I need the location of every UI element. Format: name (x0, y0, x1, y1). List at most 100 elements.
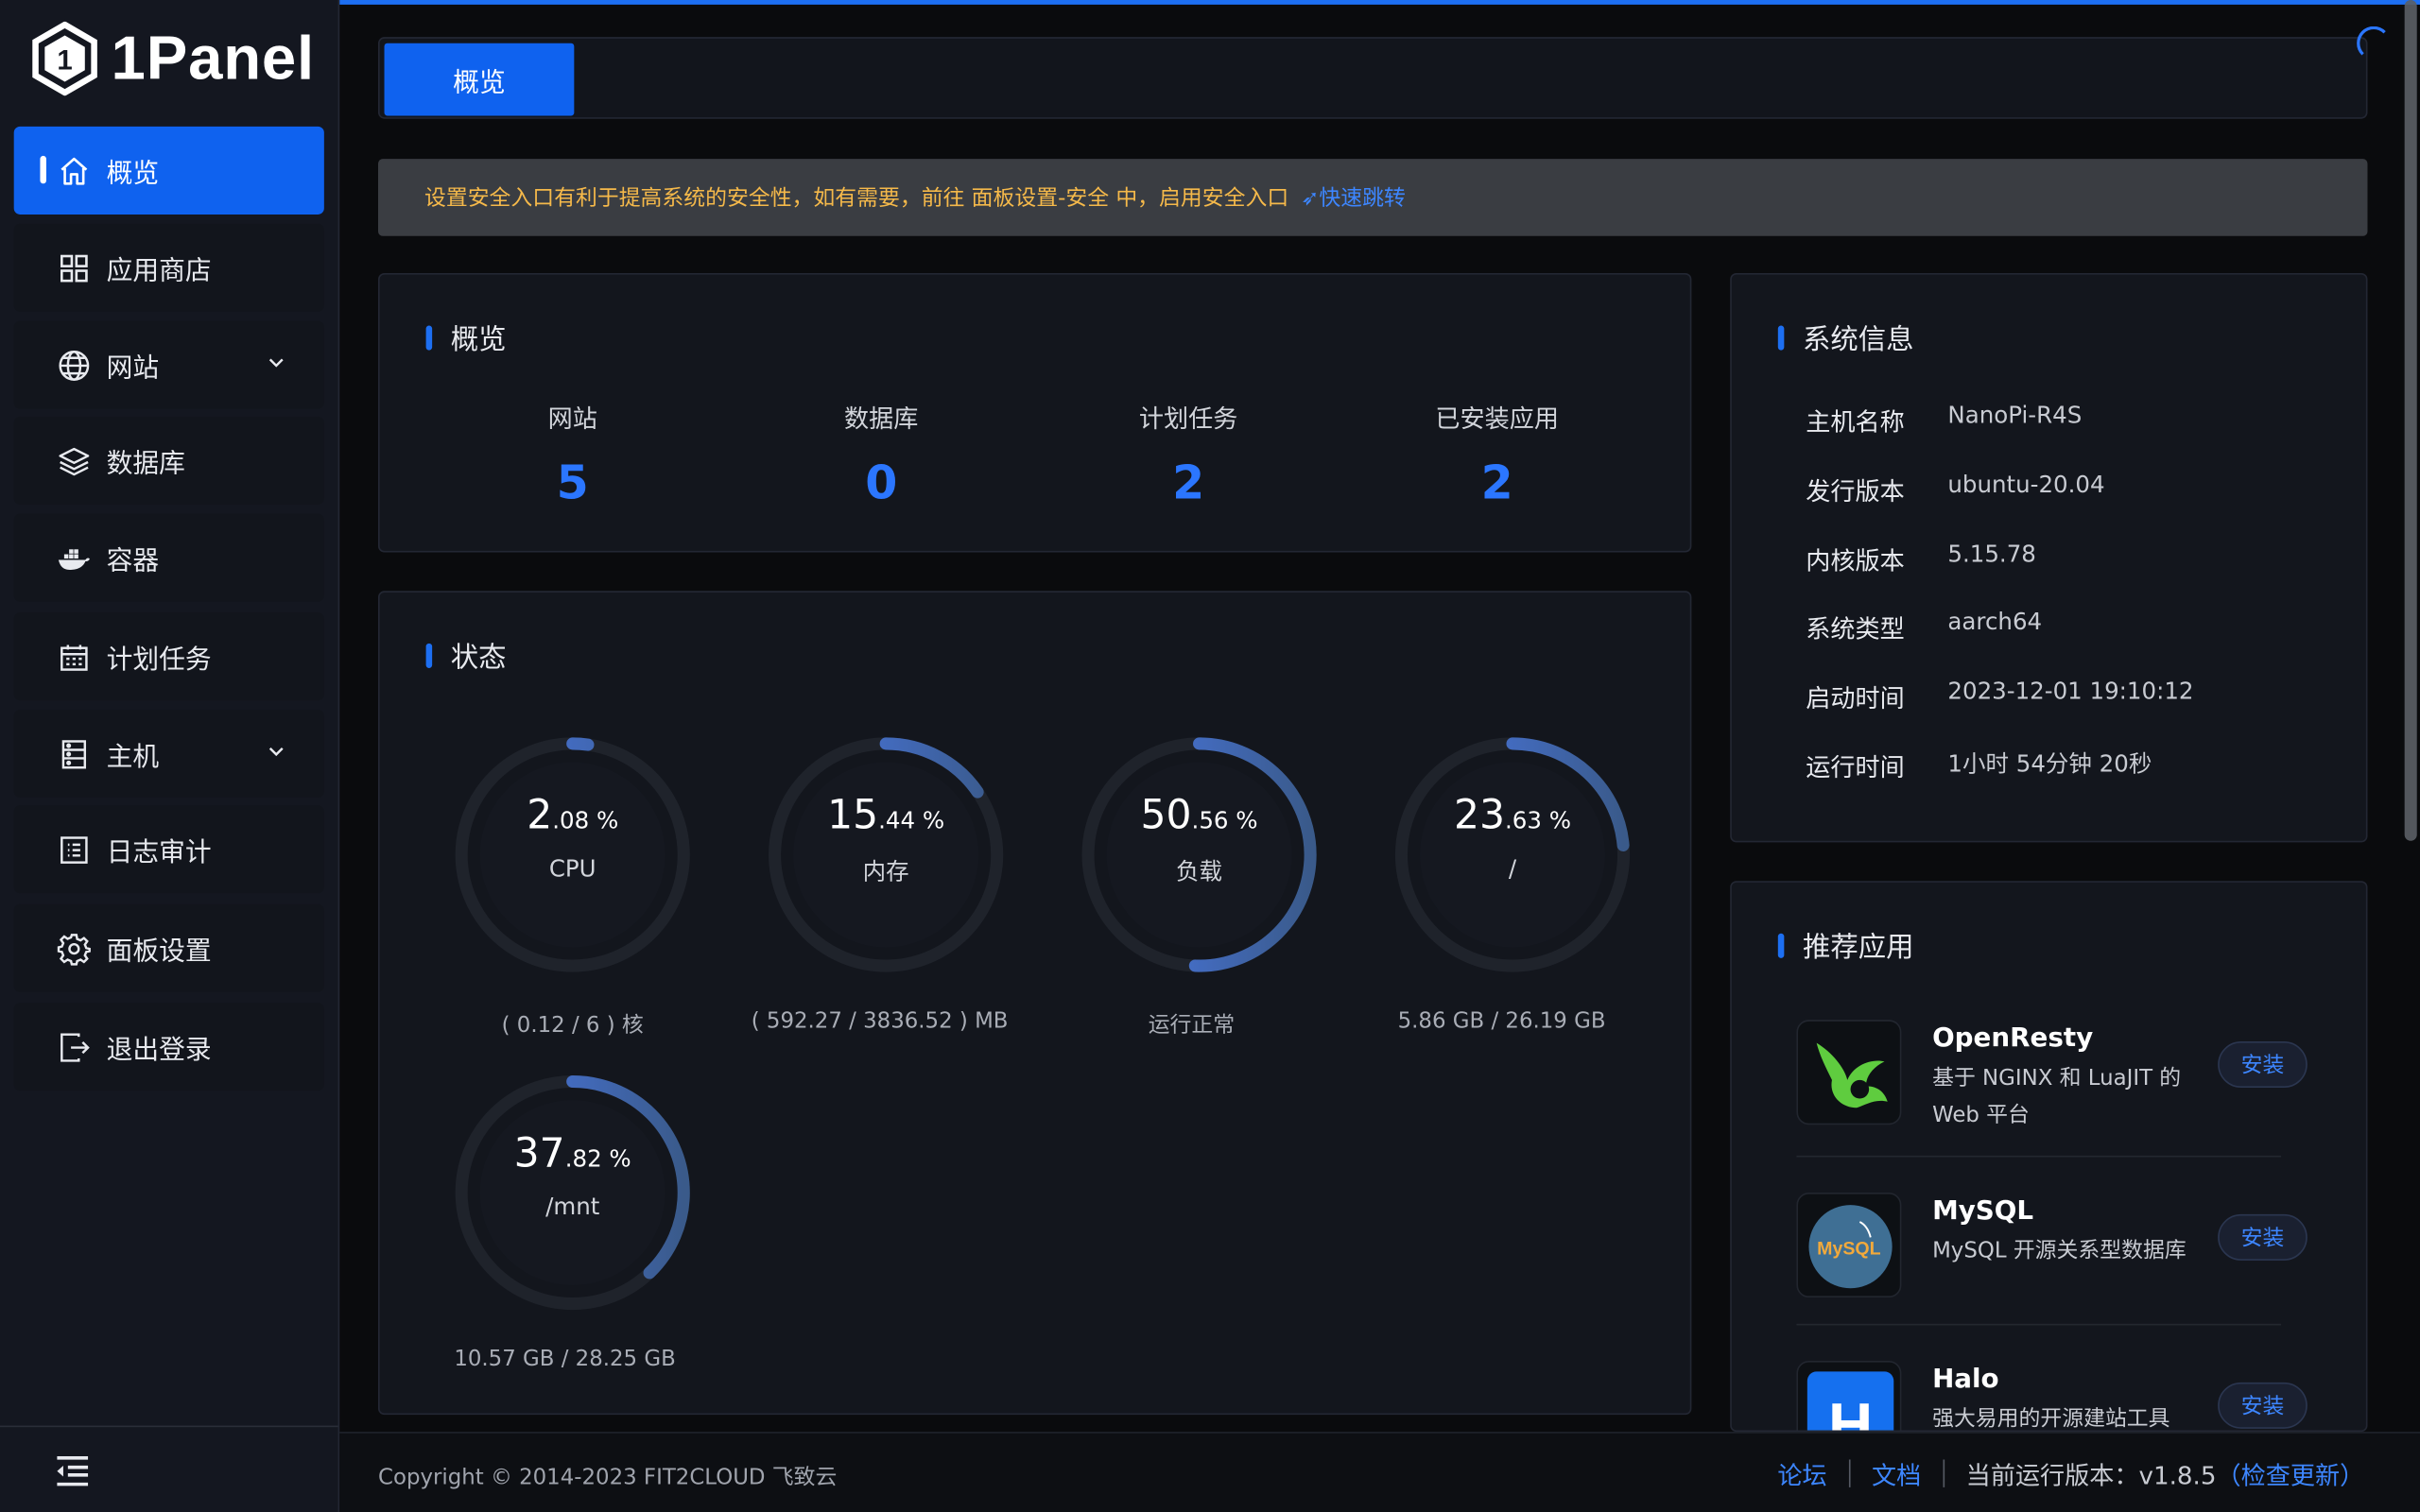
info-label: 内核版本 (1806, 545, 1905, 576)
forum-link[interactable]: 论坛 (1777, 1455, 1826, 1492)
overview-database[interactable]: 数据库 0 (727, 398, 1036, 511)
overview-label: 网站 (547, 404, 597, 434)
sidebar-item-app-store[interactable]: 应用商店 (13, 223, 324, 312)
home-icon (57, 153, 91, 187)
sidebar-item-overview[interactable]: 概览 (13, 126, 324, 215)
sidebar-item-logout[interactable]: 退出登录 (13, 1003, 324, 1091)
docker-icon (57, 541, 91, 575)
info-value: 5.15.78 (1947, 540, 2036, 568)
info-label: 发行版本 (1806, 476, 1905, 507)
overview-value[interactable]: 2 (1034, 456, 1343, 510)
overview-website[interactable]: 网站 5 (418, 398, 727, 511)
sidebar-item-label: 主机 (106, 742, 160, 773)
overview-label: 数据库 (844, 404, 919, 434)
system-info-card: 系统信息 主机名称 NanoPi-R4S 发行版本 ubuntu-20.04 内… (1730, 272, 2368, 843)
info-row-hostname: 主机名称 NanoPi-R4S (1806, 401, 2082, 438)
copyright: Copyright © 2014-2023 FIT2CLOUD 飞致云 (378, 1466, 838, 1491)
app-row-mysql[interactable]: MySQL MySQL MySQL 开源关系型数据库 安装 (1796, 1193, 2308, 1326)
app-row-halo[interactable]: H Halo 强大易用的开源建站工具 安装 (1796, 1361, 2308, 1433)
loading-spinner-icon (2357, 26, 2391, 60)
page-scrollbar[interactable] (2404, 0, 2417, 841)
status-card: 状态 2.08 % CPU ( 0.12 / 6 ) 核 15.44 % 内存 ( … (378, 591, 1692, 1416)
cpu-detail: ( 0.12 / 6 ) 核 (501, 1013, 644, 1039)
card-title: 状态 (426, 636, 507, 676)
globe-icon (57, 348, 91, 382)
footer-links: 论坛 文档 当前运行版本：v1.8.5 （检查更新） (1777, 1455, 2364, 1492)
info-label: 运行时间 (1806, 752, 1905, 782)
overview-label: 计划任务 (1138, 404, 1238, 434)
gear-icon (57, 931, 91, 965)
install-button[interactable]: 安装 (2218, 1041, 2308, 1089)
app-name: MySQL (1932, 1195, 2034, 1227)
gauge-center: 50.56 % 负载 (1076, 793, 1322, 887)
app-description: MySQL 开源关系型数据库 (1932, 1239, 2187, 1264)
sidebar-item-label: 计划任务 (106, 644, 212, 677)
sidebar-collapse-toggle[interactable] (0, 1425, 338, 1512)
info-value: ubuntu-20.04 (1947, 470, 2105, 499)
overview-card: 概览 网站 5 数据库 0 计划任务 2 已安装应用 2 (378, 272, 1692, 553)
version-text: 当前运行版本：v1.8.5 (1965, 1461, 2217, 1491)
loading-progress-bar (0, 0, 2420, 5)
logout-icon (57, 1030, 91, 1064)
sidebar-item-website[interactable]: 网站 (13, 320, 324, 409)
sidebar: 1 1Panel 概览 应用商店 网站 数据库 容器 计划任务 主机 日志审计 … (0, 0, 340, 1512)
app-name: Halo (1932, 1364, 1999, 1395)
root-disk-gauge: 23.63 % / (1389, 731, 1635, 978)
tab-overview[interactable]: 概览 (384, 43, 575, 116)
info-value: 2023-12-01 19:10:12 (1947, 677, 2194, 706)
app-description: 强大易用的开源建站工具 (1932, 1406, 2170, 1433)
gauge-name: /mnt (545, 1193, 600, 1221)
sidebar-item-database[interactable]: 数据库 (13, 416, 324, 505)
logo[interactable]: 1 1Panel (31, 21, 315, 96)
gauge-percent: 50.56 % (1140, 793, 1258, 840)
install-button[interactable]: 安装 (2218, 1213, 2308, 1261)
gauge-name: 负载 (1176, 857, 1223, 886)
info-value: NanoPi-R4S (1947, 401, 2083, 429)
grid-icon (57, 250, 91, 284)
sidebar-item-label: 概览 (106, 159, 160, 190)
chevron-down-icon (268, 747, 284, 757)
mnt-disk-detail: 10.57 GB / 28.25 GB (454, 1347, 676, 1372)
overview-value[interactable]: 2 (1342, 456, 1651, 510)
memory-gauge: 15.44 % 内存 (763, 731, 1010, 978)
sidebar-item-host[interactable]: 主机 (13, 710, 324, 799)
card-title: 概览 (426, 318, 507, 357)
overview-cron[interactable]: 计划任务 2 (1034, 398, 1343, 511)
server-icon (57, 737, 91, 771)
log-icon (57, 833, 91, 867)
gauge-center: 2.08 % CPU (449, 793, 696, 883)
overview-value[interactable]: 0 (727, 456, 1036, 510)
sidebar-item-panel-settings[interactable]: 面板设置 (13, 903, 324, 992)
sidebar-item-cron[interactable]: 计划任务 (13, 612, 324, 701)
sidebar-item-label: 退出登录 (106, 1035, 212, 1067)
alert-jump-link[interactable]: ➶快速跳转 (1301, 182, 1406, 214)
docs-link[interactable]: 文档 (1872, 1455, 1921, 1492)
tabs-bar: 概览 (378, 37, 2368, 119)
overview-installed-apps[interactable]: 已安装应用 2 (1342, 398, 1651, 511)
recommended-apps-card: 推荐应用 OpenResty 基于 NGINX 和 LuaJIT 的 Web 平… (1730, 881, 2368, 1433)
info-row-boot-time: 启动时间 2023-12-01 19:10:12 (1806, 678, 2193, 714)
info-row-kernel: 内核版本 5.15.78 (1806, 540, 2036, 576)
check-update-link[interactable]: （检查更新） (2216, 1455, 2364, 1492)
app-row-openresty[interactable]: OpenResty 基于 NGINX 和 LuaJIT 的 Web 平台 安装 (1796, 1020, 2308, 1158)
mysql-icon: MySQL (1796, 1193, 1902, 1298)
sidebar-item-log-audit[interactable]: 日志审计 (13, 805, 324, 894)
gauge-percent: 37.82 % (513, 1130, 631, 1177)
mnt-disk-gauge: 37.82 % /mnt (449, 1069, 696, 1315)
overview-value[interactable]: 5 (418, 456, 727, 510)
info-row-arch: 系统类型 aarch64 (1806, 608, 2042, 644)
footer: Copyright © 2014-2023 FIT2CLOUD 飞致云 论坛 文… (339, 1432, 2420, 1512)
sidebar-item-label: 网站 (106, 352, 160, 385)
gauge-percent: 15.44 % (827, 793, 945, 840)
svg-text:MySQL: MySQL (1817, 1238, 1880, 1259)
app-name: OpenResty (1932, 1022, 2094, 1055)
info-row-uptime: 运行时间 1小时 54分钟 20秒 (1806, 747, 2152, 783)
info-row-distro: 发行版本 ubuntu-20.04 (1806, 471, 2104, 507)
divider (1848, 1459, 1851, 1487)
load-gauge: 50.56 % 负载 (1076, 731, 1322, 978)
layers-icon (57, 443, 91, 477)
sidebar-item-label: 面板设置 (106, 936, 212, 968)
root-disk-detail: 5.86 GB / 26.19 GB (1397, 1008, 1606, 1034)
install-button[interactable]: 安装 (2218, 1382, 2308, 1429)
sidebar-item-container[interactable]: 容器 (13, 513, 324, 602)
